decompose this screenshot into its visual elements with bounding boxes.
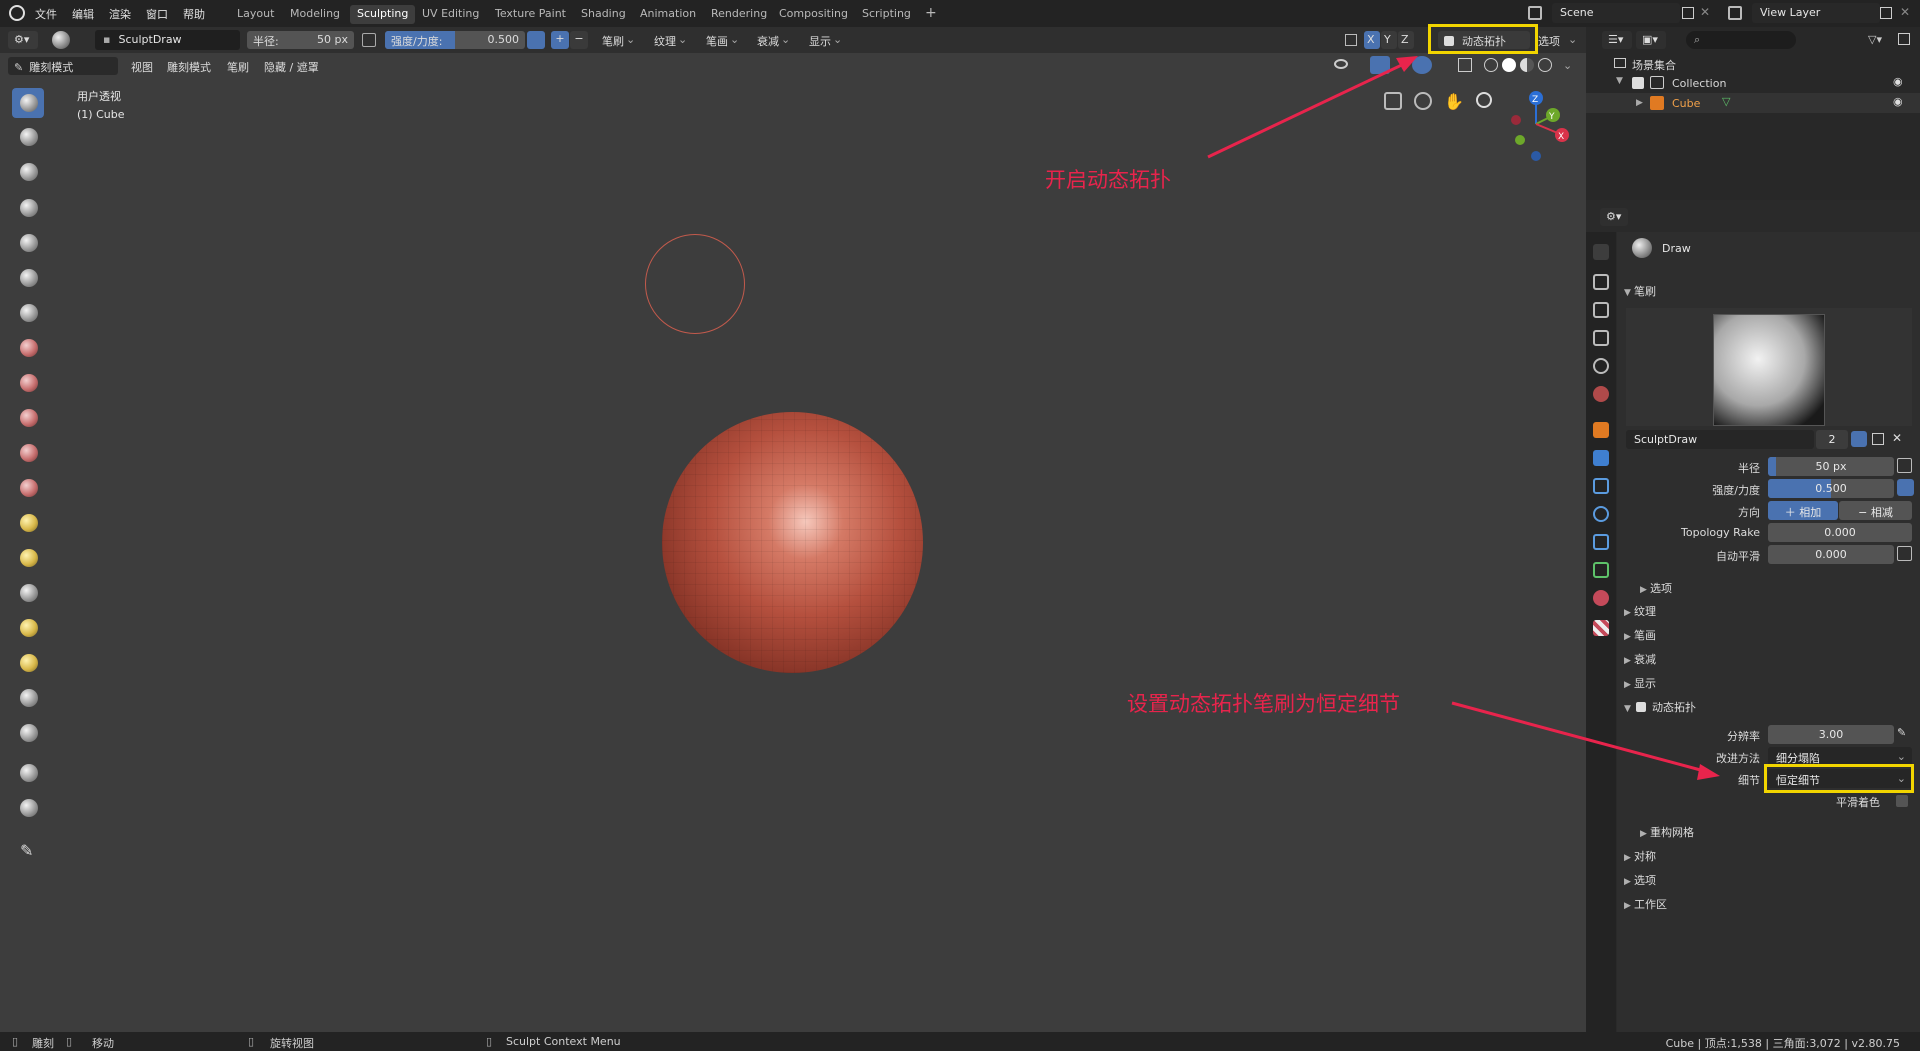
mouse-left-icon: ▯ (12, 1035, 19, 1048)
status-rotate: 旋转视图 (270, 1037, 314, 1050)
annotation-top: 开启动态拓扑 (1045, 168, 1171, 192)
status-bar: ▯ 雕刻 ▯ 移动 ▯ 旋转视图 ▯ Sculpt Context Menu C… (0, 1032, 1920, 1051)
arrow-bottom-head (1697, 764, 1720, 780)
mouse-drag-icon: ▯ (66, 1035, 73, 1048)
arrow-top-head (1396, 56, 1418, 72)
status-stats: Cube | 顶点:1,538 | 三角面:3,072 | v2.80.75 (1665, 1037, 1900, 1050)
mouse-middle-icon: ▯ (248, 1035, 255, 1048)
status-context-menu: Sculpt Context Menu (506, 1035, 621, 1048)
status-sculpt: 雕刻 (32, 1037, 54, 1050)
arrow-bottom-line (1451, 701, 1709, 774)
annotation-bottom: 设置动态拓扑笔刷为恒定细节 (1127, 692, 1400, 716)
mouse-right-icon: ▯ (486, 1035, 493, 1048)
annotation-arrows (1207, 56, 1720, 780)
status-move: 移动 (92, 1037, 114, 1050)
arrow-top-line (1207, 60, 1409, 159)
